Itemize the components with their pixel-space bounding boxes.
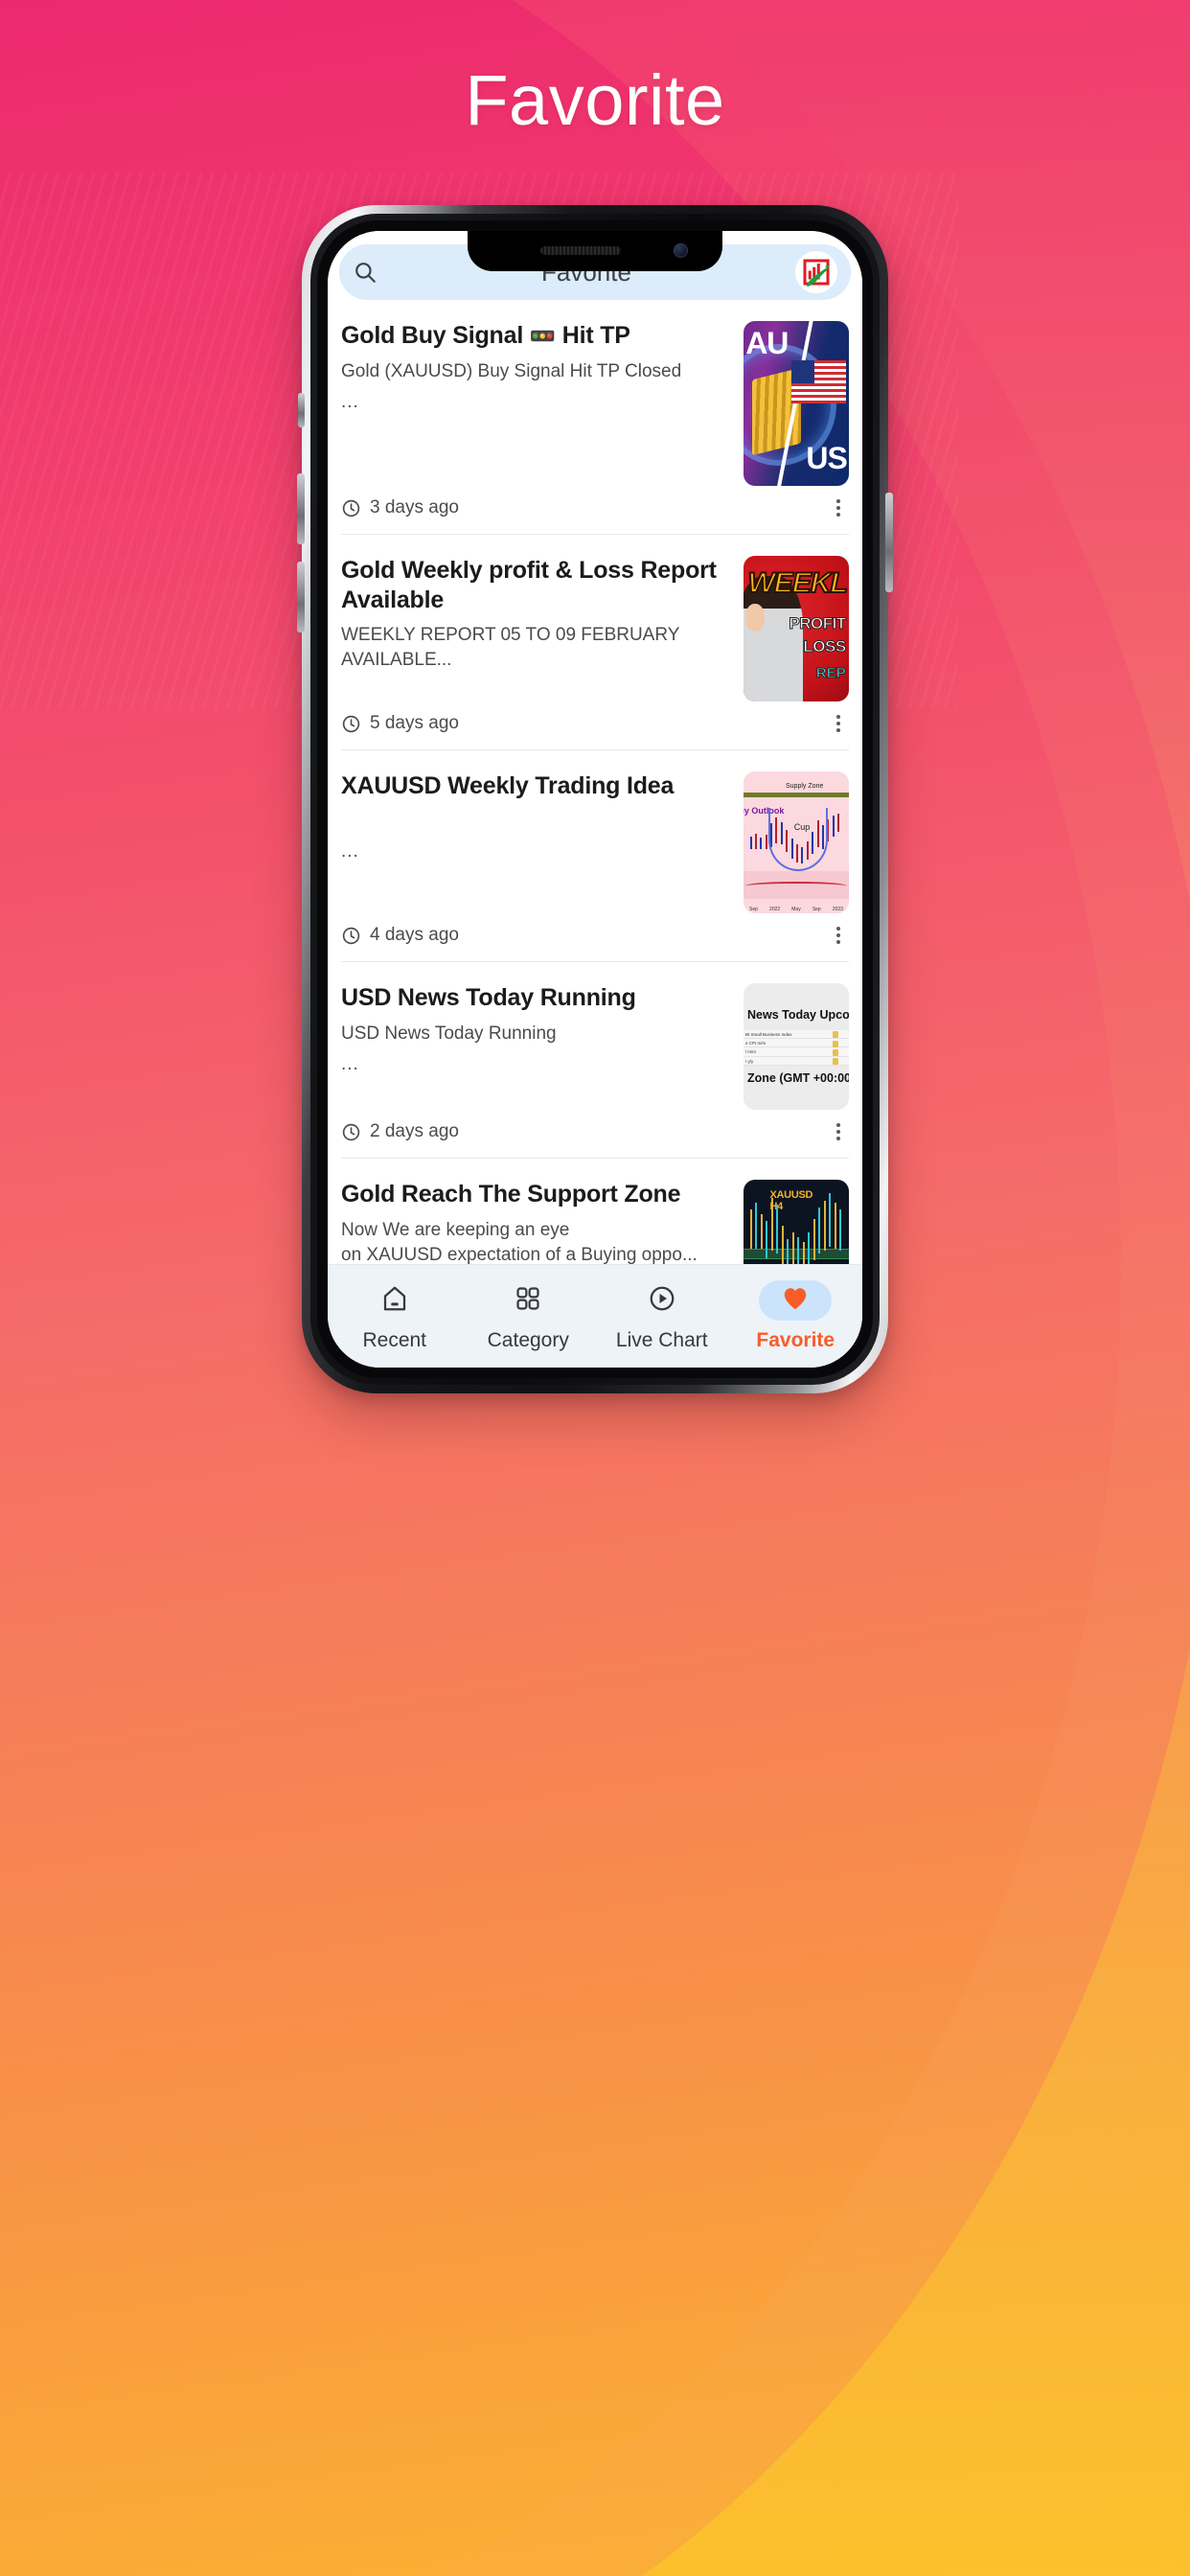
news-row: IB Small Business Index <box>744 1030 849 1040</box>
rsi-panel <box>744 870 849 900</box>
rsi-line <box>745 882 847 890</box>
card-overflow-menu-button[interactable] <box>828 713 849 734</box>
card-thumbnail[interactable]: News Today Upcomi IB Small Business Inde… <box>744 983 849 1110</box>
phone-mockup: Favorite Gold Buy Signal 🚥 Hit TP Gold (… <box>59 205 1131 1441</box>
thumb-text-us: US <box>806 440 847 475</box>
news-row: I y/y <box>744 1057 849 1066</box>
bottom-navigation[interactable]: Recent Category Live Chart Favorite <box>328 1264 862 1368</box>
thumb-text-loss: LOSS <box>803 637 847 656</box>
us-flag-graphic <box>790 360 846 403</box>
card-thumbnail[interactable]: XAUUSD H4 <box>744 1180 849 1264</box>
nav-label-category: Category <box>487 1329 569 1351</box>
traffic-light-icon: 🚥 <box>529 324 557 348</box>
search-icon[interactable] <box>353 260 378 285</box>
card-timestamp: 5 days ago <box>341 713 459 734</box>
card-thumbnail[interactable]: AU US <box>744 321 849 486</box>
cup-curve <box>768 808 828 871</box>
home-icon <box>380 1284 409 1318</box>
thumb-text-news-header: News Today Upcomi <box>747 1008 849 1023</box>
thumb-text-zone: Zone (GMT +00:00) <box>747 1071 849 1086</box>
card-timestamp: 3 days ago <box>341 497 459 518</box>
promo-title: Favorite <box>465 60 725 140</box>
thumb-axis-labels: Sep 2022 May Sep 2023 <box>749 906 843 912</box>
list-item[interactable]: Gold Weekly profit & Loss Report Availab… <box>341 535 849 750</box>
card-thumbnail[interactable]: WEEKL PROFIT LOSS REP <box>744 556 849 702</box>
card-title: Gold Buy Signal 🚥 Hit TP <box>341 321 730 351</box>
card-title-text: Gold Buy Signal <box>341 322 530 349</box>
nav-label-live-chart: Live Chart <box>615 1329 708 1351</box>
list-item[interactable]: Gold Buy Signal 🚥 Hit TP Gold (XAUUSD) B… <box>341 300 849 535</box>
card-thumbnail[interactable]: Supply Zone kly Outlook Cup <box>744 771 849 913</box>
phone-midframe: Favorite Gold Buy Signal 🚥 Hit TP Gold (… <box>310 214 880 1385</box>
thumb-text-profit: PROFIT <box>789 613 847 632</box>
nav-pill <box>626 1280 698 1321</box>
support-zone-band <box>744 1249 849 1259</box>
bull-chart-logo-icon[interactable] <box>795 251 837 293</box>
nav-pill <box>492 1280 564 1321</box>
nav-pill <box>358 1280 431 1321</box>
card-title: Gold Reach The Support Zone <box>341 1181 681 1208</box>
card-timestamp: 2 days ago <box>341 1121 459 1142</box>
phone-bezel: Favorite Gold Buy Signal 🚥 Hit TP Gold (… <box>317 220 873 1378</box>
favorites-list[interactable]: Gold Buy Signal 🚥 Hit TP Gold (XAUUSD) B… <box>328 300 862 1264</box>
card-ellipsis: ... <box>341 1053 359 1074</box>
phone-volume-down-button <box>297 562 305 632</box>
card-overflow-menu-button[interactable] <box>828 925 849 946</box>
phone-frame: Favorite Gold Buy Signal 🚥 Hit TP Gold (… <box>297 205 893 1393</box>
front-camera-icon <box>674 243 688 258</box>
thumb-text-au: AU <box>745 326 789 361</box>
card-description: Gold (XAUUSD) Buy Signal Hit TP Closed <box>341 360 682 381</box>
card-title: USD News Today Running <box>341 984 636 1011</box>
timestamp-text: 4 days ago <box>370 925 459 945</box>
card-title: XAUUSD Weekly Trading Idea <box>341 772 675 799</box>
phone-mute-switch <box>298 393 305 427</box>
card-overflow-menu-button[interactable] <box>828 497 849 518</box>
nav-pill-active <box>759 1280 833 1321</box>
heart-icon <box>781 1284 810 1318</box>
nav-label-favorite: Favorite <box>756 1329 835 1351</box>
card-title: Gold Weekly profit & Loss Report Availab… <box>341 557 717 613</box>
earpiece-speaker-icon <box>540 246 621 255</box>
supply-zone-line <box>744 793 849 798</box>
nav-item-recent[interactable]: Recent <box>328 1280 462 1352</box>
card-description: USD News Today Running <box>341 1023 557 1044</box>
phone-power-button <box>885 493 893 592</box>
card-timestamp: 4 days ago <box>341 925 459 946</box>
play-circle-icon <box>648 1284 676 1318</box>
phone-screen: Favorite Gold Buy Signal 🚥 Hit TP Gold (… <box>328 231 862 1368</box>
clock-icon <box>341 498 361 518</box>
timestamp-text: 2 days ago <box>370 1121 459 1141</box>
nav-item-category[interactable]: Category <box>462 1280 596 1352</box>
thumb-text-supply-zone: Supply Zone <box>786 782 824 790</box>
card-overflow-menu-button[interactable] <box>828 1121 849 1142</box>
face-graphic <box>744 604 766 632</box>
nav-item-live-chart[interactable]: Live Chart <box>595 1280 729 1352</box>
nav-item-favorite[interactable]: Favorite <box>729 1280 863 1352</box>
app-root: Favorite Gold Buy Signal 🚥 Hit TP Gold (… <box>328 231 862 1368</box>
list-item[interactable]: Gold Reach The Support Zone Now We are k… <box>341 1159 849 1264</box>
grid-icon <box>515 1285 541 1317</box>
card-ellipsis: ... <box>341 391 359 412</box>
clock-icon <box>341 926 361 946</box>
list-item[interactable]: USD News Today Running USD News Today Ru… <box>341 962 849 1159</box>
phone-volume-up-button <box>297 473 305 544</box>
nav-label-recent: Recent <box>362 1329 427 1351</box>
card-description: Now We are keeping an eye on XAUUSD expe… <box>341 1219 698 1265</box>
news-rows: IB Small Business Index e CPI m/m l m/m … <box>744 1029 849 1066</box>
thumb-text-weekly: WEEKL <box>746 566 848 600</box>
clock-icon <box>341 714 361 734</box>
card-title-tail: Hit TP <box>556 322 630 349</box>
phone-notch <box>468 231 722 271</box>
card-ellipsis: ... <box>341 840 359 862</box>
thumb-text-report: REP <box>815 664 846 681</box>
timestamp-text: 3 days ago <box>370 497 459 518</box>
list-item[interactable]: XAUUSD Weekly Trading Idea ... Supply Zo… <box>341 750 849 962</box>
news-row: e CPI m/m <box>744 1039 849 1048</box>
timestamp-text: 5 days ago <box>370 713 459 733</box>
news-row: l m/m <box>744 1047 849 1057</box>
clock-icon <box>341 1122 361 1142</box>
card-description: WEEKLY REPORT 05 TO 09 FEBRUARY AVAILABL… <box>341 625 680 671</box>
